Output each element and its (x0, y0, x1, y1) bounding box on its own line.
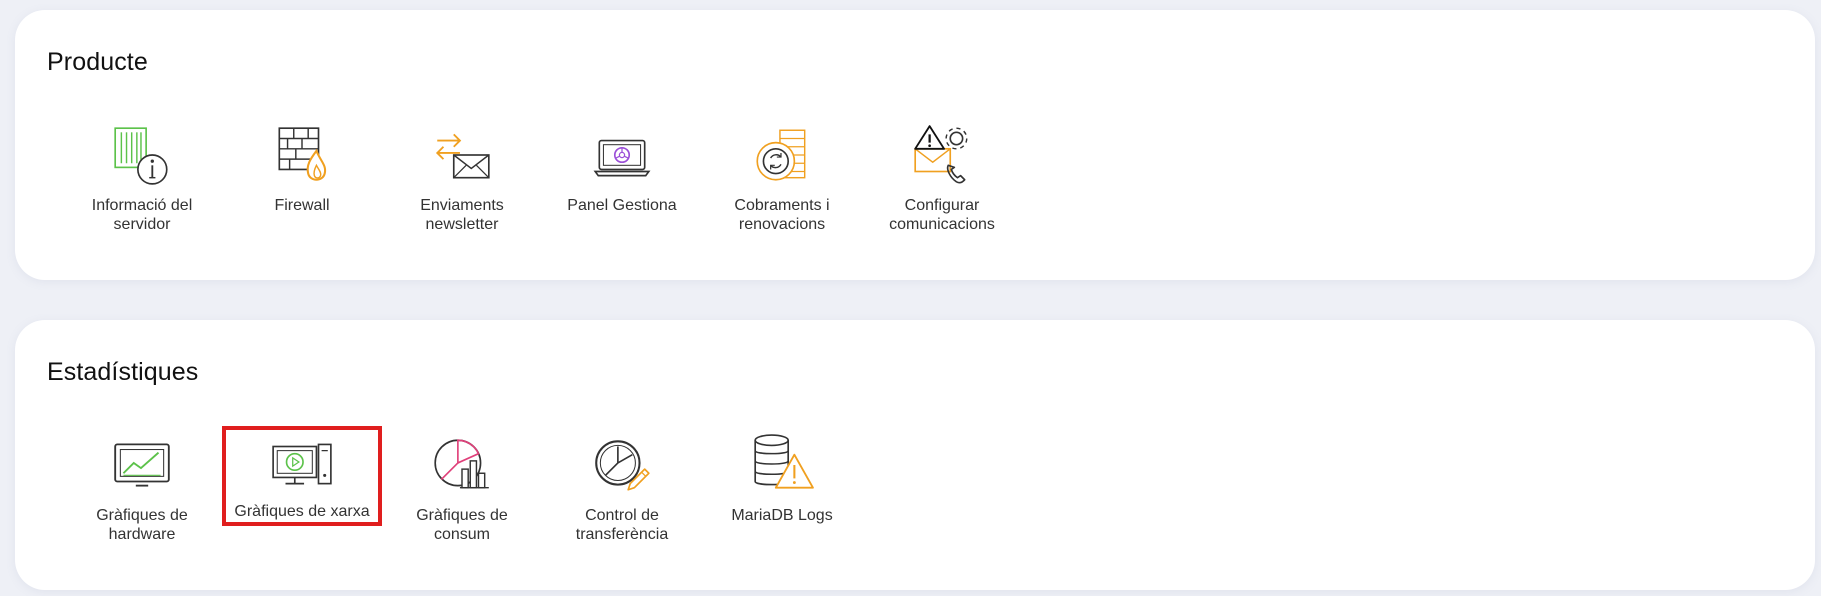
tile-label: Gràfiques de hardware (96, 507, 188, 543)
tile-newsletter[interactable]: Enviaments newsletter (382, 118, 542, 238)
tile-label: Gràfiques de consum (416, 507, 508, 543)
newsletter-icon (435, 133, 490, 179)
tile-label: Gràfiques de xarxa (234, 503, 370, 520)
tile-firewall[interactable]: Firewall (222, 118, 382, 238)
section-producte: Producte Informació del servidor Firewal… (15, 10, 1815, 280)
section-title-producte: Producte (47, 48, 148, 76)
server-info-icon (114, 127, 168, 185)
producte-tiles: Informació del servidor Firewall Enviame… (62, 118, 1022, 238)
tile-label: Enviaments newsletter (420, 197, 504, 233)
tile-mariadb-logs[interactable]: MariaDB Logs (702, 428, 862, 548)
mariadb-logs-icon (754, 434, 814, 489)
tile-label: Panel Gestiona (567, 197, 677, 214)
tile-label: Informació del servidor (91, 197, 193, 233)
section-title-estadistiques: Estadístiques (47, 358, 199, 386)
tile-label: Firewall (274, 197, 330, 214)
configure-communications-icon (914, 125, 968, 184)
billing-renewals-icon (756, 129, 806, 181)
tile-label: MariaDB Logs (731, 507, 833, 524)
tile-label: Configurar comunicacions (889, 197, 995, 233)
transfer-control-icon (595, 440, 650, 491)
estadistiques-tiles: Gràfiques de hardware Gràfiques de xarxa (62, 426, 862, 548)
tile-billing-renewals[interactable]: Cobraments i renovacions (702, 118, 862, 238)
tile-hardware-charts[interactable]: Gràfiques de hardware (62, 428, 222, 548)
tile-panel-gestiona[interactable]: Panel Gestiona (542, 118, 702, 238)
consumption-chart-icon (434, 439, 489, 489)
tile-consumption-charts[interactable]: Gràfiques de consum (382, 428, 542, 548)
tile-label: Cobraments i renovacions (734, 197, 830, 233)
tile-label: Control de transferència (575, 507, 669, 543)
tile-configure-communications[interactable]: Configurar comunicacions (862, 118, 1022, 238)
tile-network-charts[interactable]: Gràfiques de xarxa (222, 426, 382, 526)
tile-server-info[interactable]: Informació del servidor (62, 118, 222, 238)
hardware-chart-icon (114, 443, 170, 487)
firewall-icon (278, 127, 327, 181)
tile-transfer-control[interactable]: Control de transferència (542, 428, 702, 548)
network-chart-icon (272, 443, 332, 485)
panel-gestiona-icon (593, 139, 651, 177)
section-estadistiques: Estadístiques Gràfiques de hardware Gràf… (15, 320, 1815, 590)
